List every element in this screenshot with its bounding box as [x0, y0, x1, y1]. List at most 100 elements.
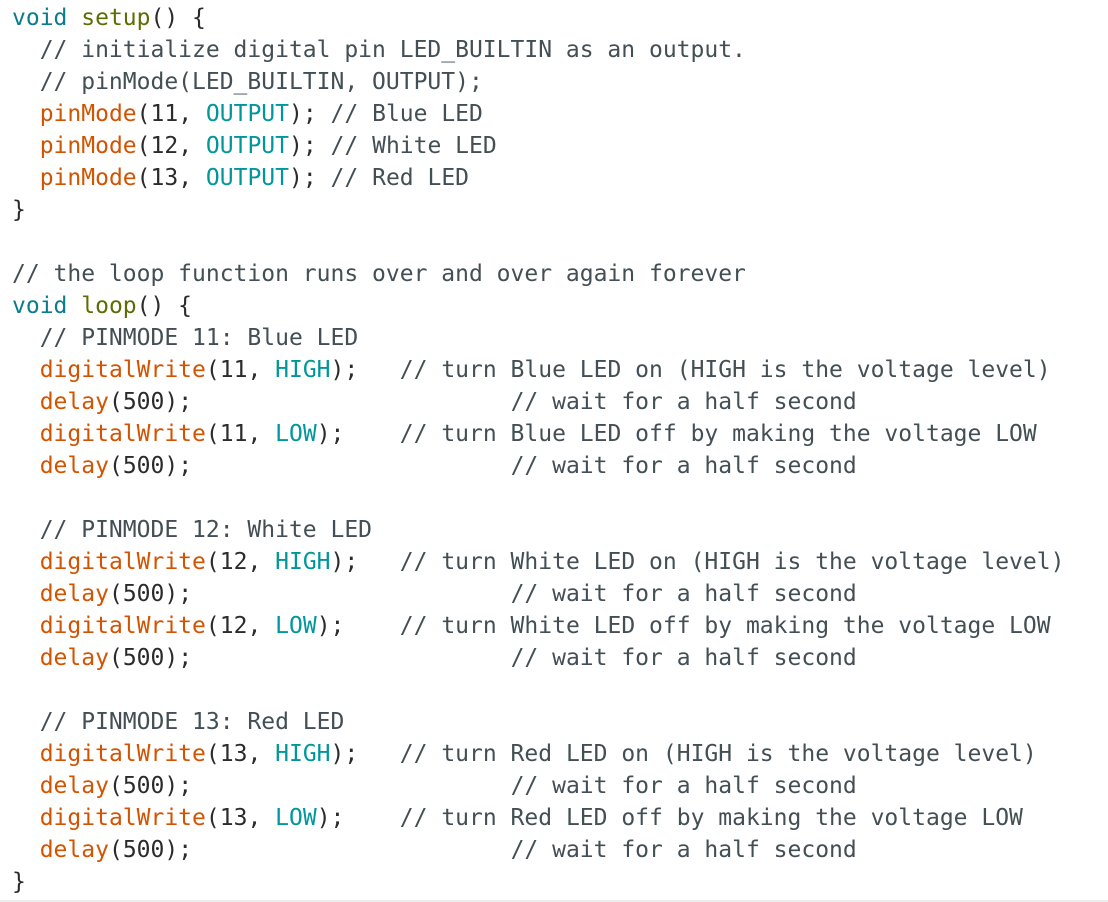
comment-token: // turn Red LED off by making the voltag…: [399, 805, 1023, 831]
constant-token: OUTPUT: [205, 133, 289, 159]
code-line[interactable]: pinMode(12, OUTPUT); // White LED: [12, 130, 1102, 162]
punctuation-token: (: [108, 773, 123, 799]
builtin-call-token: digitalWrite: [39, 421, 206, 447]
comment-token: // wait for a half second: [510, 645, 857, 671]
punctuation-token: (: [136, 133, 151, 159]
punctuation-token: );: [330, 357, 359, 383]
number-token: 11: [150, 101, 179, 127]
builtin-call-token: delay: [39, 837, 109, 863]
comment-token: // PINMODE 12: White LED: [12, 517, 373, 543]
code-line[interactable]: // PINMODE 12: White LED: [12, 514, 1102, 546]
code-line[interactable]: // PINMODE 13: Red LED: [12, 706, 1102, 738]
code-line[interactable]: // pinMode(LED_BUILTIN, OUTPUT);: [12, 66, 1102, 98]
code-line[interactable]: }: [12, 866, 1102, 898]
code-line[interactable]: // initialize digital pin LED_BUILTIN as…: [12, 34, 1102, 66]
code-line[interactable]: digitalWrite(11, LOW); // turn Blue LED …: [12, 418, 1102, 450]
punctuation-token: ,: [178, 101, 206, 127]
code-line[interactable]: delay(500); // wait for a half second: [12, 450, 1102, 482]
punctuation-token: );: [164, 645, 193, 671]
comment-token: // PINMODE 13: Red LED: [12, 709, 345, 735]
constant-token: HIGH: [275, 741, 331, 767]
code-line[interactable]: void loop() {: [12, 290, 1102, 322]
punctuation-token: );: [316, 805, 345, 831]
punctuation-token: () {: [150, 5, 206, 31]
punctuation-token: (: [108, 389, 123, 415]
code-line[interactable]: delay(500); // wait for a half second: [12, 642, 1102, 674]
builtin-call-token: delay: [39, 453, 109, 479]
comment-token: // the loop function runs over and over …: [12, 261, 746, 287]
function-name-token: setup: [81, 5, 151, 31]
comment-token: // wait for a half second: [510, 581, 857, 607]
builtin-call-token: digitalWrite: [39, 805, 206, 831]
code-line[interactable]: delay(500); // wait for a half second: [12, 770, 1102, 802]
constant-token: LOW: [275, 805, 317, 831]
punctuation-token: (: [108, 453, 123, 479]
comment-token: // Red LED: [316, 165, 470, 191]
comment-token: // PINMODE 11: Blue LED: [12, 325, 359, 351]
code-line[interactable]: // the loop function runs over and over …: [12, 258, 1102, 290]
punctuation-token: ,: [247, 421, 276, 447]
builtin-call-token: digitalWrite: [39, 741, 206, 767]
punctuation-token: ,: [247, 805, 276, 831]
punctuation-token: ,: [247, 613, 276, 639]
code-line[interactable]: digitalWrite(12, HIGH); // turn White LE…: [12, 546, 1102, 578]
builtin-call-token: delay: [39, 581, 109, 607]
number-token: 500: [122, 389, 165, 415]
constant-token: HIGH: [275, 549, 331, 575]
number-token: 500: [122, 645, 165, 671]
function-name-token: loop: [81, 293, 137, 319]
punctuation-token: (: [205, 805, 220, 831]
code-line[interactable]: delay(500); // wait for a half second: [12, 834, 1102, 866]
code-line[interactable]: pinMode(11, OUTPUT); // Blue LED: [12, 98, 1102, 130]
punctuation-token: ,: [178, 165, 206, 191]
constant-token: LOW: [275, 421, 317, 447]
code-line[interactable]: delay(500); // wait for a half second: [12, 386, 1102, 418]
punctuation-token: );: [164, 389, 193, 415]
code-line[interactable]: }: [12, 194, 1102, 226]
punctuation-token: );: [330, 741, 359, 767]
punctuation-token: );: [330, 549, 359, 575]
comment-token: // White LED: [316, 133, 497, 159]
code-line[interactable]: digitalWrite(13, HIGH); // turn Red LED …: [12, 738, 1102, 770]
keyword-token: void: [12, 5, 68, 31]
punctuation-token: );: [164, 837, 193, 863]
code-line[interactable]: pinMode(13, OUTPUT); // Red LED: [12, 162, 1102, 194]
code-editor[interactable]: void setup() { // initialize digital pin…: [12, 2, 1102, 898]
punctuation-token: () {: [136, 293, 193, 319]
punctuation-token: (: [205, 421, 220, 447]
punctuation-token: ,: [247, 741, 276, 767]
code-line[interactable]: [12, 674, 1102, 706]
punctuation-token: (: [108, 581, 123, 607]
code-line[interactable]: // PINMODE 11: Blue LED: [12, 322, 1102, 354]
constant-token: OUTPUT: [205, 101, 289, 127]
code-line[interactable]: digitalWrite(12, LOW); // turn White LED…: [12, 610, 1102, 642]
punctuation-token: (: [205, 549, 220, 575]
punctuation-token: ,: [247, 549, 276, 575]
number-token: 12: [219, 613, 248, 639]
builtin-call-token: delay: [39, 645, 109, 671]
code-line[interactable]: digitalWrite(11, HIGH); // turn Blue LED…: [12, 354, 1102, 386]
keyword-token: void: [12, 293, 68, 319]
code-line[interactable]: void setup() {: [12, 2, 1102, 34]
code-line[interactable]: [12, 482, 1102, 514]
number-token: 12: [219, 549, 248, 575]
code-line[interactable]: digitalWrite(13, LOW); // turn Red LED o…: [12, 802, 1102, 834]
comment-token: // initialize digital pin LED_BUILTIN as…: [12, 37, 746, 63]
code-line[interactable]: delay(500); // wait for a half second: [12, 578, 1102, 610]
punctuation-token: }: [12, 197, 26, 223]
punctuation-token: (: [108, 645, 123, 671]
code-line[interactable]: [12, 226, 1102, 258]
